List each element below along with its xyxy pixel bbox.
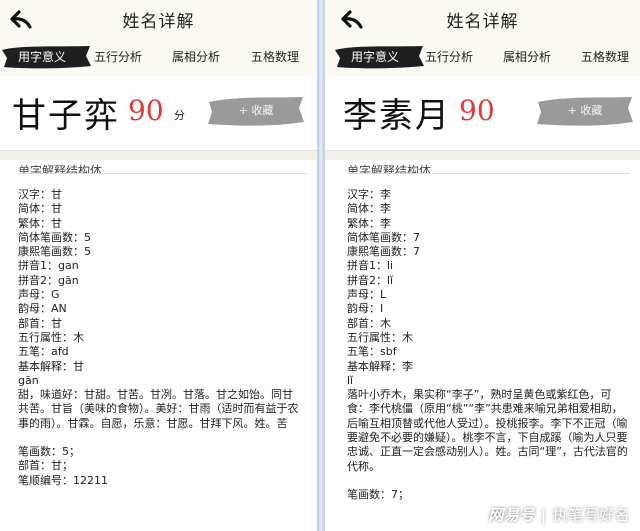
info-line: 五行属性：木 (347, 330, 413, 344)
character-detail: 单字解释结构体 汉字：李 简体：李 繁体：李 简体笔画数：7 康熙笔画数：7 拼音1：li… (347, 160, 630, 502)
character-detail: 单字解释结构体 汉字：甘 简体：甘 繁体：甘 简体笔画数：5 康熙笔画数：5 拼音1：ga… (18, 160, 307, 488)
info-line: 简体笔画数：7 (347, 230, 420, 244)
info-line: 五笔：afd (18, 345, 69, 359)
info-line: 繁体：李 (347, 216, 391, 230)
info-line: 基本解释：甘 (18, 359, 84, 373)
info-line: 康熙笔画数：7 (347, 245, 420, 259)
info-line: 五行属性：木 (18, 330, 84, 344)
stroke-line: 笔画数：5； (18, 445, 80, 459)
info-line: 韵母：I (347, 302, 384, 316)
info-line: 简体笔画数：5 (18, 230, 91, 244)
stroke-line: 部首：甘； (18, 459, 73, 473)
tab-zodiac[interactable]: 属相分析 (503, 48, 551, 65)
info-line: 汉字：李 (347, 188, 391, 201)
watermark-logo: 网易号 (488, 506, 535, 524)
name-score-area: 甘子弈 90 分 + 收藏 (0, 76, 317, 150)
page-title: 姓名详解 (446, 12, 519, 32)
character-info-list: 汉字：李 简体：李 繁体：李 简体笔画数：7 康熙笔画数：7 拼音1：li 拼音2：lǐ 声母… (347, 188, 630, 388)
tab-bar: 用字意义 五行分析 属相分析 五格数理 (0, 38, 317, 76)
info-line: 拼音1：gan (18, 259, 79, 273)
section-title: 单字解释结构体 (18, 160, 307, 174)
info-line: 声母：G (18, 288, 60, 302)
tab-bar: 用字意义 五行分析 属相分析 五格数理 (325, 38, 640, 76)
info-line: 汉字：甘 (18, 188, 62, 201)
info-line: gān (18, 373, 39, 387)
info-line: 繁体：甘 (18, 216, 62, 230)
name-score: 90 (128, 94, 164, 127)
info-line: 声母：L (347, 288, 387, 302)
info-line: 简体：李 (347, 202, 391, 216)
tab-zodiac[interactable]: 属相分析 (172, 48, 220, 65)
section-divider (325, 150, 640, 160)
character-meaning-text: 甜，味道好：甘甜。甘苦。甘冽。甘落。甘之如饴。同甘共苦。甘旨（美味的食物）。美好… (18, 388, 299, 430)
stroke-info-list: 笔画数：5； 部首：甘； 笔顺编号：12211 (18, 445, 307, 488)
section-title: 单字解释结构体 (347, 160, 630, 174)
character-meaning-text: 落叶小乔木，果实称“李子”，熟时呈黄色或紫红色，可食：李代桃僵（原用“桃”“李”… (347, 388, 628, 473)
info-line: lǐ (347, 373, 354, 387)
stroke-line: 笔顺编号：12211 (18, 473, 108, 487)
info-line: 拼音2：gān (18, 273, 79, 287)
left-phone-screen: 姓名详解 用字意义 五行分析 属相分析 五格数理 甘子弈 90 分 + 收藏 单… (0, 0, 318, 531)
name-score: 90 (459, 94, 495, 127)
info-line: 拼音2：lǐ (347, 273, 394, 287)
watermark-separator: | (540, 506, 547, 524)
tab-character-meaning[interactable]: 用字意义 (2, 44, 91, 70)
full-name: 李素月 (343, 96, 451, 136)
info-line: 部首：甘 (18, 316, 62, 330)
full-name: 甘子弈 (12, 96, 120, 136)
info-line: 拼音1：li (347, 259, 394, 273)
tab-five-grids[interactable]: 五格数理 (581, 48, 629, 65)
info-line: 韵母：AN (18, 302, 67, 316)
tab-five-elements[interactable]: 五行分析 (94, 48, 142, 65)
page-title: 姓名详解 (122, 12, 195, 32)
info-line: 简体：甘 (18, 202, 62, 216)
tab-five-elements[interactable]: 五行分析 (425, 48, 473, 65)
top-bar: 姓名详解 (325, 0, 640, 38)
score-unit: 分 (174, 109, 185, 122)
favorite-button[interactable]: + 收藏 (206, 94, 306, 128)
favorite-button[interactable]: + 收藏 (535, 94, 635, 128)
right-phone-screen: 姓名详解 用字意义 五行分析 属相分析 五格数理 李素月 90 + 收藏 单字解… (324, 0, 640, 531)
stroke-line: 笔画数：7； (347, 487, 409, 501)
name-score-area: 李素月 90 + 收藏 (325, 76, 640, 150)
info-line: 部首：木 (347, 316, 391, 330)
section-divider (0, 150, 317, 160)
watermark-author: 执笔写好名 (552, 506, 630, 524)
info-line: 五笔：sbf (347, 345, 397, 359)
top-bar: 姓名详解 (0, 0, 317, 38)
watermark: 网易号 | 执笔写好名 (488, 504, 630, 525)
tab-character-meaning[interactable]: 用字意义 (335, 44, 424, 70)
info-line: 康熙笔画数：5 (18, 245, 91, 259)
character-info-list: 汉字：甘 简体：甘 繁体：甘 简体笔画数：5 康熙笔画数：5 拼音1：gan 拼音2：gān… (18, 188, 307, 388)
info-line: 基本解释：李 (347, 359, 413, 373)
tab-five-grids[interactable]: 五格数理 (251, 48, 299, 65)
stroke-info-list: 笔画数：7； (347, 488, 630, 502)
